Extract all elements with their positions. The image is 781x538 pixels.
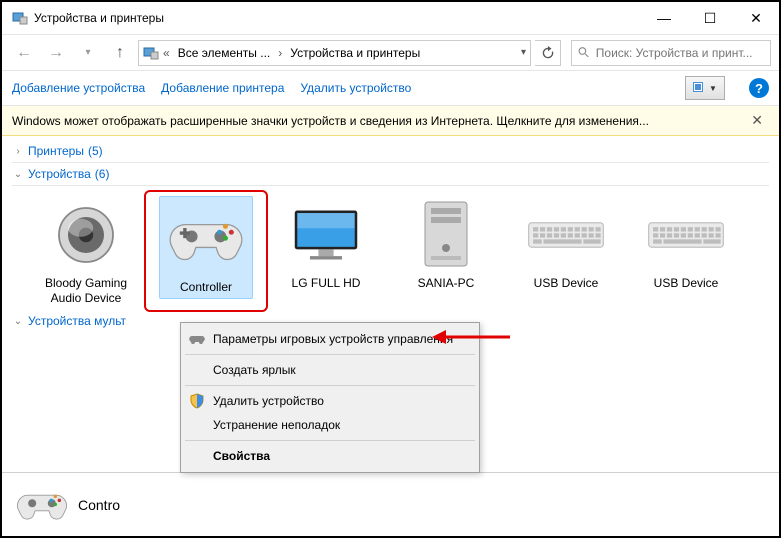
info-bar-close-icon[interactable]: ✕ <box>745 112 769 129</box>
content-area: › Принтеры (5) ⌄ Устройства (6) Bloody G… <box>2 136 779 332</box>
device-label: Controller <box>180 280 232 295</box>
pc-tower-icon <box>403 196 489 274</box>
gamepad-icon <box>16 483 68 527</box>
forward-button[interactable]: → <box>42 39 70 67</box>
device-item-usb2[interactable]: USB Device <box>626 192 746 310</box>
group-printers[interactable]: › Принтеры (5) <box>12 140 769 163</box>
view-options-button[interactable]: ▼ <box>685 76 725 100</box>
menu-properties[interactable]: Свойства <box>183 444 477 468</box>
address-bar[interactable]: « Все элементы ... › Устройства и принте… <box>138 40 531 66</box>
device-item-usb1[interactable]: USB Device <box>506 192 626 310</box>
device-label: LG FULL HD <box>292 276 361 291</box>
gamepad-small-icon <box>189 331 205 347</box>
menu-remove-device[interactable]: Удалить устройство <box>183 389 477 413</box>
search-input[interactable] <box>596 46 764 60</box>
device-label: Bloody Gaming Audio Device <box>30 276 142 306</box>
group-multimedia-label: Устройства мульт <box>28 314 126 328</box>
device-label: USB Device <box>654 276 719 291</box>
device-item-pc[interactable]: SANIA-PC <box>386 192 506 310</box>
devices-items: Bloody Gaming Audio Device Controller LG… <box>12 186 769 310</box>
keyboard-icon <box>523 196 609 274</box>
help-button[interactable]: ? <box>749 78 769 98</box>
command-bar: Добавление устройства Добавление принтер… <box>2 70 779 106</box>
device-item-monitor[interactable]: LG FULL HD <box>266 192 386 310</box>
search-icon <box>578 46 590 59</box>
menu-label: Параметры игровых устройств управления <box>213 332 453 346</box>
group-devices-label: Устройства <box>28 167 91 181</box>
breadcrumb-seg2[interactable]: Устройства и принтеры <box>286 46 424 60</box>
navigation-bar: ← → ▾ ↑ « Все элементы ... › Устройства … <box>2 34 779 70</box>
back-button[interactable]: ← <box>10 39 38 67</box>
menu-label: Создать ярлык <box>213 363 296 377</box>
breadcrumb-seg1[interactable]: Все элементы ... <box>174 46 275 60</box>
device-label: SANIA-PC <box>418 276 475 291</box>
menu-label: Удалить устройство <box>213 394 324 408</box>
chevron-right-icon: › <box>12 146 24 157</box>
address-icon <box>143 45 159 61</box>
info-bar-message: Windows может отображать расширенные зна… <box>12 114 745 128</box>
maximize-button[interactable]: ☐ <box>687 2 733 34</box>
up-button[interactable]: ↑ <box>106 39 134 67</box>
menu-create-shortcut[interactable]: Создать ярлык <box>183 358 477 382</box>
address-dropdown-icon[interactable]: ▾ <box>521 47 526 58</box>
menu-label: Свойства <box>213 449 270 463</box>
breadcrumb-chevron: › <box>278 46 282 60</box>
window-title: Устройства и принтеры <box>34 11 641 25</box>
group-devices[interactable]: ⌄ Устройства (6) <box>12 163 769 186</box>
device-item-audio[interactable]: Bloody Gaming Audio Device <box>26 192 146 310</box>
device-item-controller[interactable]: Controller <box>146 192 266 310</box>
group-printers-count: (5) <box>88 144 103 158</box>
details-pane: Contro <box>2 472 779 536</box>
add-printer-button[interactable]: Добавление принтера <box>161 81 284 95</box>
details-name: Contro <box>78 497 120 513</box>
menu-troubleshoot[interactable]: Устранение неполадок <box>183 413 477 437</box>
group-devices-count: (6) <box>95 167 110 181</box>
shield-icon <box>189 393 205 409</box>
remove-device-button[interactable]: Удалить устройство <box>300 81 411 95</box>
speaker-icon <box>43 196 129 274</box>
annotation-arrow <box>432 328 512 346</box>
minimize-button[interactable]: — <box>641 2 687 34</box>
add-device-button[interactable]: Добавление устройства <box>12 81 145 95</box>
chevron-down-icon: ⌄ <box>12 316 24 327</box>
keyboard-icon <box>643 196 729 274</box>
close-button[interactable]: ✕ <box>733 2 779 34</box>
group-printers-label: Принтеры <box>28 144 84 158</box>
device-label: USB Device <box>534 276 599 291</box>
search-box[interactable] <box>571 40 771 66</box>
titlebar: Устройства и принтеры — ☐ ✕ <box>2 2 779 34</box>
menu-label: Устранение неполадок <box>213 418 340 432</box>
chevron-down-icon: ⌄ <box>12 169 24 180</box>
refresh-button[interactable] <box>535 40 561 66</box>
devices-icon <box>12 10 28 26</box>
monitor-icon <box>283 196 369 274</box>
info-bar[interactable]: Windows может отображать расширенные зна… <box>2 106 779 136</box>
breadcrumb-separator: « <box>163 46 170 60</box>
gamepad-icon <box>163 200 249 278</box>
recent-dropdown[interactable]: ▾ <box>74 39 102 67</box>
